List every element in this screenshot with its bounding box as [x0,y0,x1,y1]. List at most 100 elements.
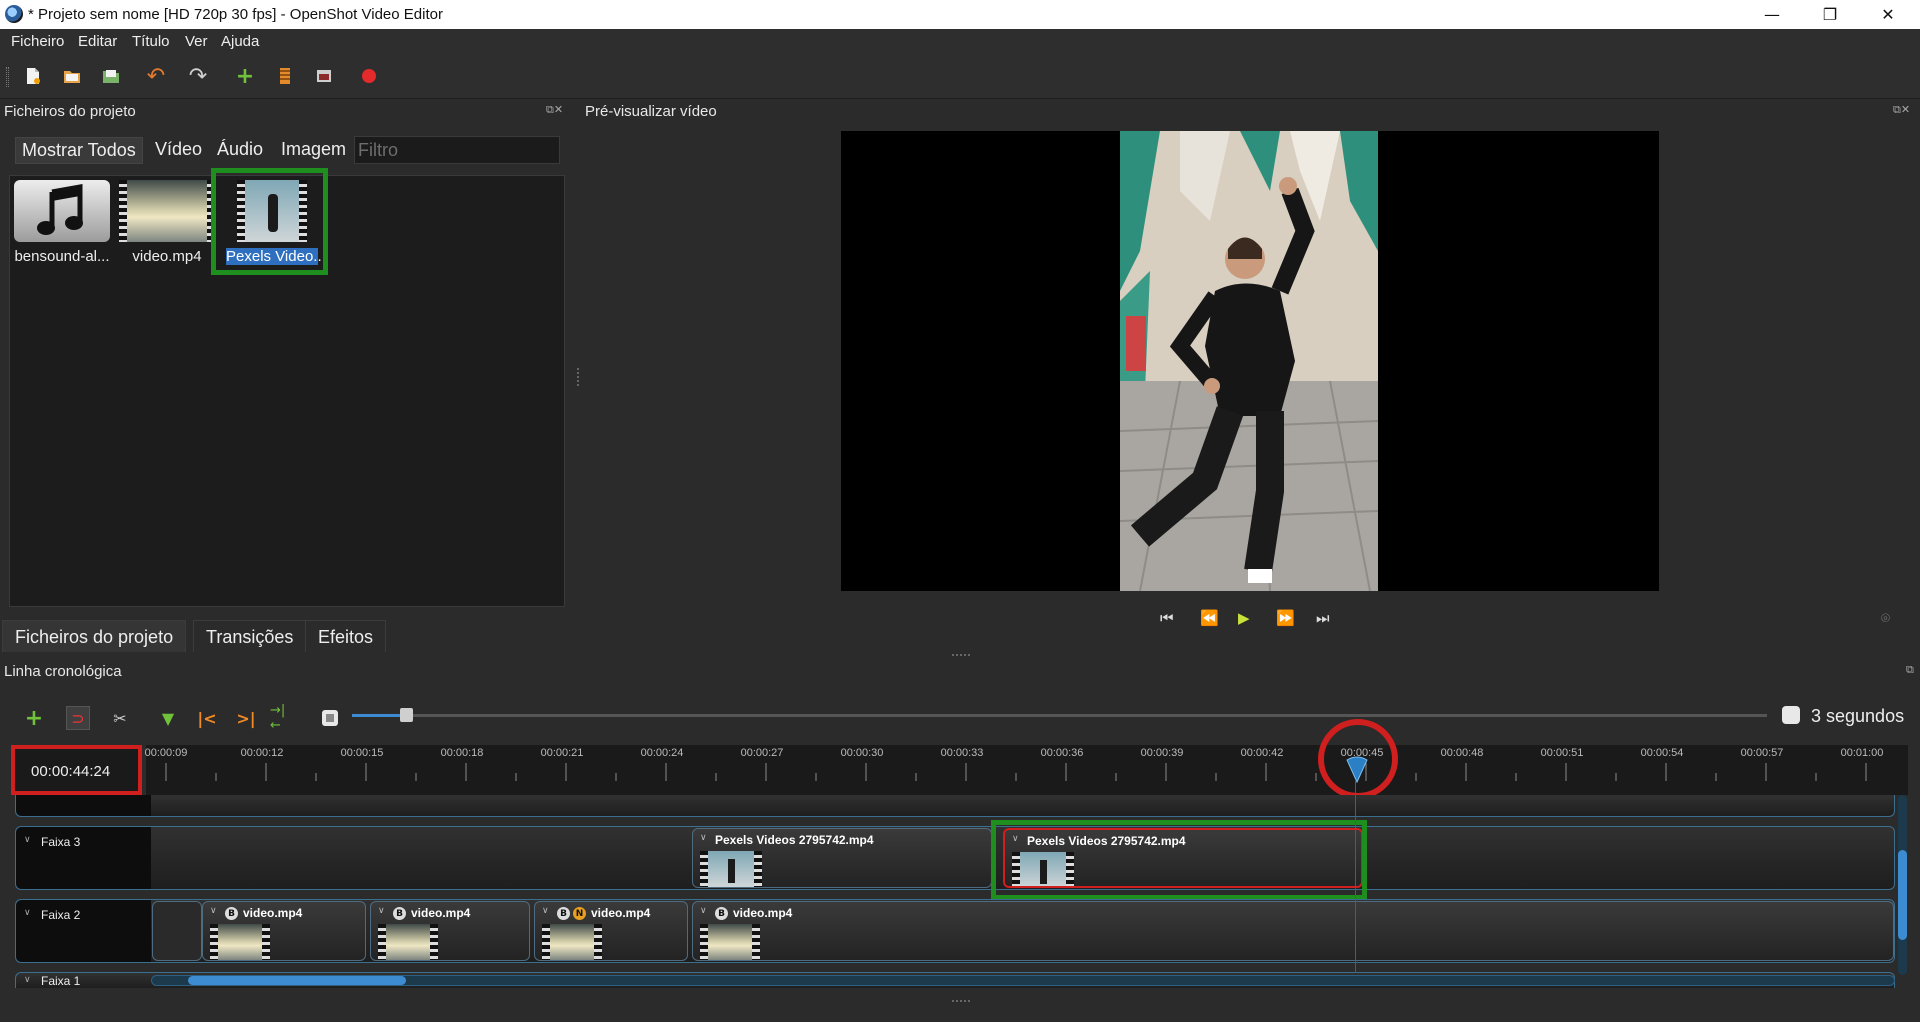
save-project-icon[interactable] [98,63,124,89]
menu-titulo[interactable]: Título [132,33,170,50]
ruler-label: 00:00:12 [240,747,284,759]
close-button[interactable]: ✕ [1859,0,1917,29]
track-collapse-icon[interactable]: ∨ [24,908,31,918]
panel-splitter[interactable] [577,368,579,386]
track-collapse-icon[interactable]: ∨ [24,975,31,985]
file-item-audio[interactable]: bensound-al... [12,178,112,265]
export-video-icon[interactable] [356,63,382,89]
minimize-button[interactable]: — [1743,0,1801,29]
main-toolbar: ↶ ↷ + [0,54,1920,99]
filter-audio-tab[interactable]: Áudio [211,137,269,164]
clip-title: Pexels Videos 2795742.mp4 [715,833,874,847]
clip-thumbnail [542,924,602,960]
choose-profile-icon[interactable] [272,63,298,89]
badge-n-icon: N [573,907,586,920]
menu-ajuda[interactable]: Ajuda [221,33,259,50]
clip-menu-icon[interactable]: ∨ [700,833,707,843]
next-marker-icon[interactable]: >| [234,706,258,730]
razor-scissors-icon[interactable]: ✂ [108,706,132,730]
timeline-ruler[interactable]: 00:00:09 00:00:12 00:00:15 00:00:18 00:0… [145,745,1908,795]
panel-splitter[interactable] [952,654,970,656]
tab-transitions[interactable]: Transições [193,620,307,652]
filter-show-all-tab[interactable]: Mostrar Todos [15,137,143,164]
video-preview[interactable] [841,131,1659,591]
zoom-slider-fill [352,714,406,717]
panel-float-icon[interactable]: ⧉ [1906,663,1914,677]
add-marker-icon[interactable]: ▼ [156,706,180,730]
menu-editar[interactable]: Editar [78,33,117,50]
ruler-label: 00:00:48 [1440,747,1484,759]
ruler-label: 00:00:36 [1040,747,1084,759]
snapping-magnet-icon[interactable]: ⊃ [66,706,90,730]
timeline-horizontal-scrollbar[interactable] [151,975,1895,986]
zoom-slider-track[interactable] [352,714,1767,717]
clip-menu-icon[interactable]: ∨ [378,906,385,916]
play-icon[interactable]: ▶ [1238,609,1250,627]
timecode-display: 00:00:44:24 [31,763,111,780]
clip[interactable]: ∨ Pexels Videos 2795742.mp4 [692,828,992,888]
clip-menu-icon[interactable]: ∨ [700,906,707,916]
zoom-fit-icon[interactable] [318,706,342,730]
tab-effects[interactable]: Efeitos [305,620,387,652]
clip[interactable]: ∨ B video.mp4 [370,901,530,961]
filter-input[interactable] [354,136,560,164]
file-item-video[interactable]: video.mp4 [117,178,217,265]
playhead-highlight-circle [1318,719,1398,799]
new-project-icon[interactable] [20,63,46,89]
clip-fragment[interactable] [152,901,202,961]
clip[interactable]: ∨ B N video.mp4 [534,901,688,961]
filter-image-tab[interactable]: Imagem [275,137,352,164]
clip-title: video.mp4 [243,906,303,920]
clip-title: video.mp4 [591,906,651,920]
menu-ver[interactable]: Ver [185,33,208,50]
clip-thumbnail [378,924,438,960]
undo-icon[interactable]: ↶ [143,63,169,89]
rewind-icon[interactable]: ⏪ [1200,609,1219,627]
track-faixa-3[interactable]: ∨ Faixa 3 ∨ Pexels Videos 2795742.mp4 ∨ … [15,826,1895,890]
track-collapse-icon[interactable]: ∨ [24,835,31,845]
previous-marker-icon[interactable]: |< [195,706,219,730]
ruler-label: 00:00:15 [340,747,384,759]
playhead-line [1355,781,1356,973]
ruler-label: 00:00:39 [1140,747,1184,759]
fullscreen-icon[interactable] [311,63,337,89]
toolbar-grip[interactable] [6,67,9,87]
clip[interactable]: ∨ B video.mp4 [202,901,366,961]
jump-to-end-icon[interactable]: ⏭ [1316,609,1330,627]
zoom-label: 3 segundos [1811,706,1905,726]
track-top[interactable] [15,795,1895,817]
clip[interactable]: ∨ B video.mp4 [692,901,1894,961]
menu-ficheiro[interactable]: Ficheiro [11,33,64,50]
maximize-button[interactable]: ❐ [1801,0,1859,29]
zoom-slider-handle[interactable] [400,708,413,722]
ruler-label: 00:00:27 [740,747,784,759]
badge-b-icon: B [557,907,570,920]
timeline-vertical-scrollbar-thumb[interactable] [1898,850,1907,940]
filter-video-tab[interactable]: Vídeo [149,137,208,164]
clip-menu-icon[interactable]: ∨ [210,906,217,916]
tab-project-files[interactable]: Ficheiros do projeto [2,620,187,652]
timeline-scrollbar-thumb[interactable] [188,976,406,985]
preview-title: Pré-visualizar vídeo [585,103,717,120]
camera-icon[interactable]: ⌾ [1881,609,1890,627]
panel-splitter[interactable] [952,1000,970,1002]
ruler-label: 00:00:21 [540,747,584,759]
track-faixa-2[interactable]: ∨ Faixa 2 ∨ B video.mp4 ∨ B video.mp4 ∨ … [15,899,1895,963]
selected-clip-highlight [991,820,1367,900]
redo-icon[interactable]: ↷ [185,63,211,89]
music-note-icon [14,180,110,242]
add-track-icon[interactable]: + [22,706,46,731]
clip-menu-icon[interactable]: ∨ [542,906,549,916]
import-files-icon[interactable]: + [232,63,258,89]
panel-float-close-icon[interactable]: ⧉✕ [1893,103,1910,117]
open-project-icon[interactable] [59,63,85,89]
fast-forward-icon[interactable]: ⏩ [1276,609,1295,627]
jump-to-start-icon[interactable]: ⏮ [1160,609,1174,627]
panel-float-close-icon[interactable]: ⧉✕ [546,103,563,117]
timeline-title: Linha cronológica [4,663,122,680]
ruler-label: 00:00:57 [1740,747,1784,759]
center-playhead-icon[interactable]: →|← [270,703,294,733]
track-name: Faixa 3 [41,835,81,849]
ruler-label: 00:00:51 [1540,747,1584,759]
ruler-label: 00:00:30 [840,747,884,759]
